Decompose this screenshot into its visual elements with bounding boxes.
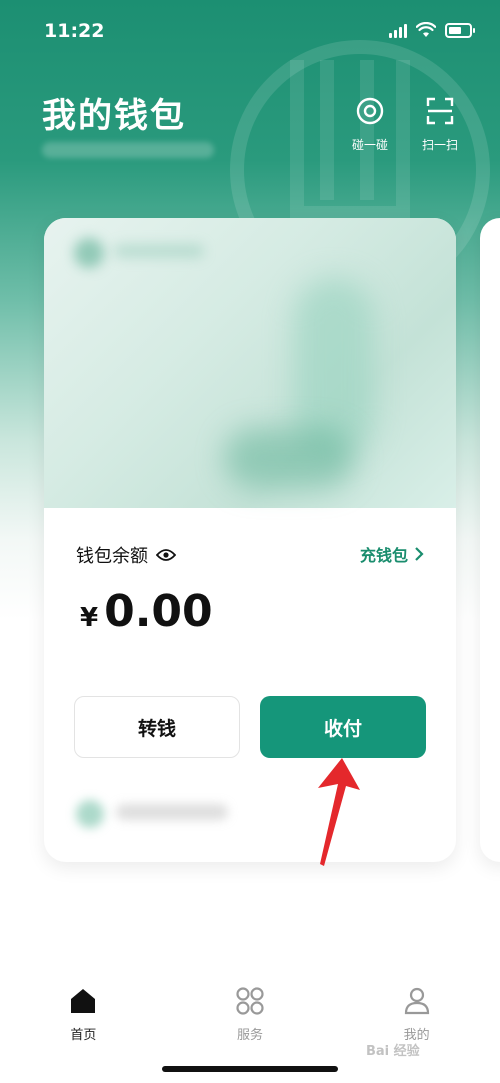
home-icon [71, 989, 96, 1013]
balance-label: 钱包余额 [76, 546, 148, 567]
home-indicator[interactable] [162, 1066, 338, 1072]
topup-wallet-label: 充钱包 [359, 546, 408, 565]
topup-wallet-link[interactable]: 充钱包 [360, 542, 424, 566]
currency-symbol: ¥ [80, 603, 99, 633]
scan-label: 扫一扫 [421, 138, 458, 152]
services-grid-icon [236, 987, 264, 1015]
eye-icon[interactable] [156, 548, 176, 562]
nfc-touch-label: 碰一碰 [351, 138, 388, 152]
annotation-arrow-icon [318, 758, 360, 866]
tab-services-label: 服务 [237, 1028, 264, 1043]
pay-button[interactable]: 收付 [260, 696, 426, 758]
nfc-touch-icon [356, 97, 384, 125]
scan-icon [426, 97, 454, 125]
status-icons [389, 22, 475, 38]
wifi-icon [416, 22, 436, 37]
next-wallet-card[interactable] [480, 218, 500, 862]
status-bar: 11:22 [0, 0, 500, 60]
scan-button[interactable]: 扫一扫 [412, 96, 468, 153]
blurred-footer-icon [76, 800, 104, 828]
battery-icon [445, 22, 475, 38]
transfer-button[interactable]: 转钱 [74, 696, 240, 758]
bank-emblem-bar [320, 60, 334, 200]
watermark: Bai 经验 [366, 1044, 420, 1059]
wallet-screen: 11:22 我的钱包 碰一碰 扫一扫 钱包余额 充钱包 ¥ 0.00 转钱 收付… [0, 0, 500, 1083]
chevron-right-icon [415, 547, 424, 561]
balance-label-row: 钱包余额 [76, 542, 176, 568]
tab-home[interactable]: 首页 [0, 970, 167, 1050]
bottom-tab-bar: 首页 服务 我的 [0, 970, 500, 1050]
page-title: 我的钱包 [42, 96, 186, 136]
nfc-touch-button[interactable]: 碰一碰 [342, 96, 398, 153]
blurred-footer-text [116, 804, 228, 820]
tab-profile[interactable]: 我的 [333, 970, 500, 1050]
status-time: 11:22 [44, 20, 105, 42]
balance-amount: ¥ 0.00 [80, 586, 213, 637]
wallet-card: 钱包余额 充钱包 ¥ 0.00 转钱 收付 [44, 218, 456, 862]
tab-services[interactable]: 服务 [167, 970, 334, 1050]
blurred-subtitle [42, 142, 214, 158]
tab-home-label: 首页 [70, 1028, 97, 1043]
wallet-card-image[interactable] [44, 218, 456, 508]
profile-icon [404, 987, 429, 1015]
balance-value: 0.00 [104, 586, 213, 637]
signal-icon [389, 23, 407, 38]
